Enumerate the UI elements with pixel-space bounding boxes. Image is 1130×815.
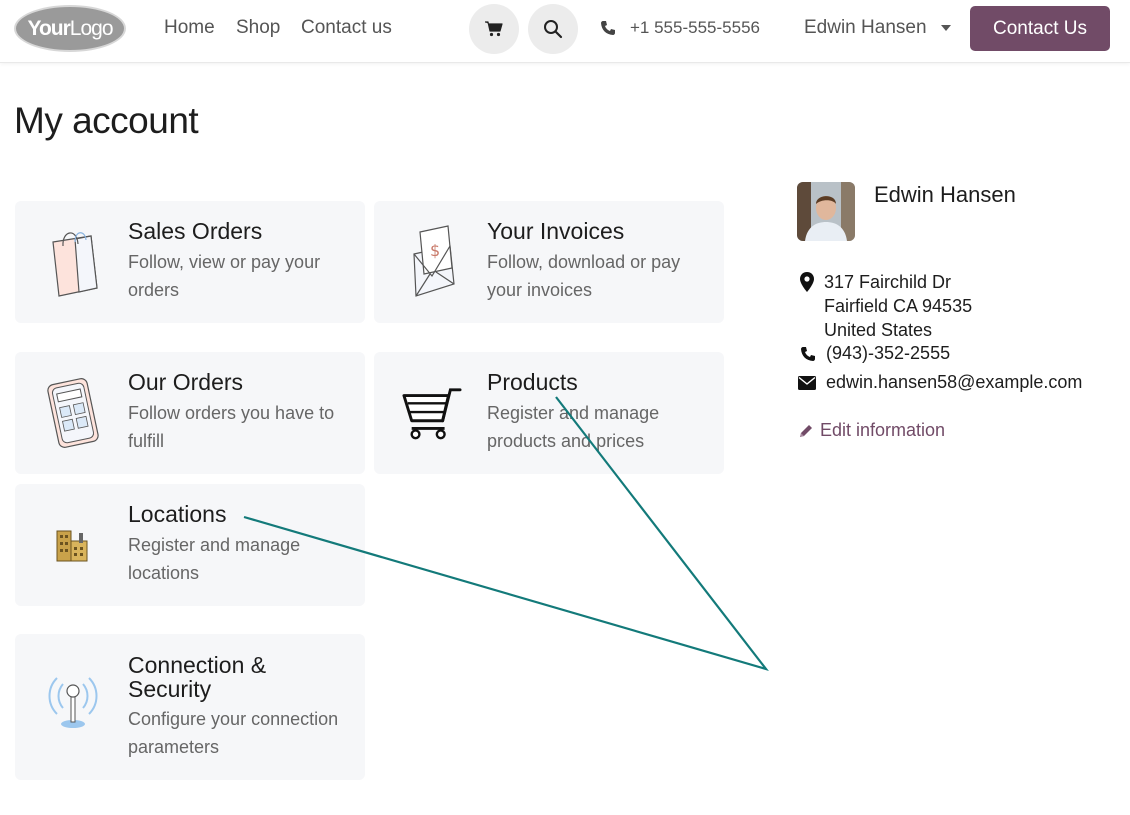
phone-icon <box>801 347 815 361</box>
card-title: Products <box>487 369 578 395</box>
card-your-invoices[interactable]: $ Your Invoices Follow, download or pay … <box>374 201 724 323</box>
card-description: Follow orders you have to fulfill <box>128 403 335 451</box>
contact-us-button[interactable]: Contact Us <box>970 6 1110 51</box>
card-description: Follow, view or pay your orders <box>128 252 321 300</box>
shopping-cart-icon <box>402 373 462 453</box>
card-description: Register and manage locations <box>128 535 301 583</box>
profile-email: edwin.hansen58@example.com <box>798 372 1082 393</box>
card-title: Our Orders <box>128 369 244 395</box>
edit-information-link[interactable]: Edit information <box>798 420 945 441</box>
logo[interactable]: Your Logo <box>14 5 126 52</box>
invoice-icon: $ <box>402 222 462 302</box>
calculator-icon <box>43 373 103 453</box>
avatar <box>797 182 855 241</box>
nav-home[interactable]: Home <box>164 17 215 39</box>
user-name: Edwin Hansen <box>804 17 927 38</box>
card-locations[interactable]: Locations Register and manage locations <box>15 484 365 606</box>
card-title: Locations <box>128 501 227 527</box>
card-our-orders[interactable]: Our Orders Follow orders you have to ful… <box>15 352 365 474</box>
nav-shop[interactable]: Shop <box>236 17 280 39</box>
nav-contact[interactable]: Contact us <box>301 17 392 39</box>
card-description: Configure your connection parameters <box>128 709 339 757</box>
pencil-icon <box>800 424 812 437</box>
phone-icon <box>601 21 615 35</box>
card-title: Connection & Security <box>128 652 267 702</box>
profile-email-address: edwin.hansen58@example.com <box>826 372 1083 392</box>
svg-text:$: $ <box>430 241 440 260</box>
search-button[interactable] <box>528 4 578 54</box>
map-marker-icon <box>800 272 814 292</box>
shopping-bag-icon <box>43 222 103 302</box>
antenna-icon <box>43 659 103 739</box>
header-phone-number: +1 555-555-5556 <box>630 18 760 37</box>
profile-address: 317 Fairchild Dr Fairfield CA 94535 Unit… <box>800 270 972 342</box>
address-line-3: United States <box>824 320 933 340</box>
cart-button[interactable] <box>469 4 519 54</box>
logo-text-light: Logo <box>69 16 114 40</box>
edit-information-label: Edit information <box>820 420 946 440</box>
card-products[interactable]: Products Register and manage products an… <box>374 352 724 474</box>
chevron-down-icon <box>940 25 951 31</box>
card-description: Follow, download or pay your invoices <box>487 252 681 300</box>
warehouse-icon <box>43 505 103 585</box>
address-line-1: 317 Fairchild Dr <box>824 272 952 292</box>
card-sales-orders[interactable]: Sales Orders Follow, view or pay your or… <box>15 201 365 323</box>
search-icon <box>544 20 563 39</box>
card-title: Your Invoices <box>487 218 625 244</box>
card-connection-security[interactable]: Connection & Security Configure your con… <box>15 634 365 780</box>
card-title: Sales Orders <box>128 218 263 244</box>
profile-phone: (943)-352-2555 <box>800 343 950 364</box>
logo-text-bold: Your <box>27 16 71 40</box>
cart-icon <box>485 21 503 37</box>
address-line-2: Fairfield CA 94535 <box>824 296 973 316</box>
top-navbar: Your Logo Home Shop Contact us +1 555-555… <box>0 0 1130 63</box>
profile-phone-number: (943)-352-2555 <box>826 343 951 363</box>
envelope-icon <box>798 376 816 390</box>
card-description: Register and manage products and prices <box>487 403 660 451</box>
user-dropdown[interactable]: Edwin Hansen <box>804 17 951 39</box>
profile-name: Edwin Hansen <box>874 182 1016 207</box>
page-title: My account <box>14 100 199 141</box>
header-phone[interactable]: +1 555-555-5556 <box>600 18 760 38</box>
